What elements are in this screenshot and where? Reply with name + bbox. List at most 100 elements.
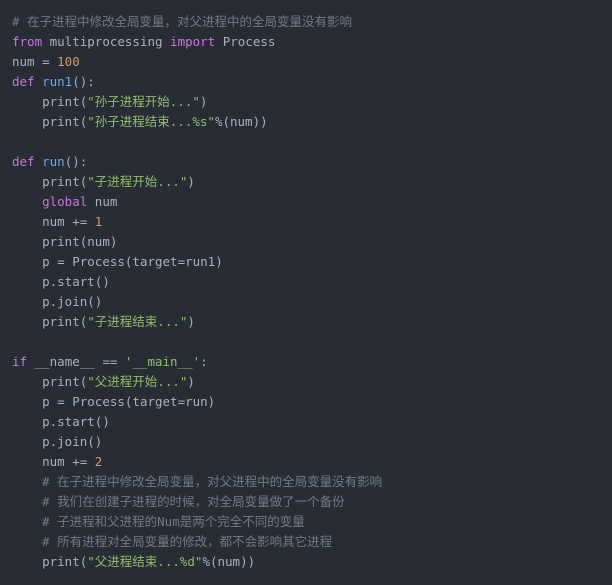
code-line: p.start() bbox=[12, 272, 612, 292]
code-token-kw: from bbox=[12, 34, 43, 49]
code-line: # 我们在创建子进程的时候，对全局变量做了一个备份 bbox=[12, 492, 612, 512]
code-token-def: print( bbox=[42, 94, 88, 109]
code-token-def: p.start() bbox=[42, 414, 110, 429]
code-line: print(num) bbox=[12, 232, 612, 252]
code-line: num += 2 bbox=[12, 452, 612, 472]
code-line: print("孙子进程开始...") bbox=[12, 92, 612, 112]
code-token-kw: def bbox=[12, 74, 35, 89]
code-token-def: %(num)) bbox=[214, 114, 268, 129]
code-token-def: p.join() bbox=[42, 294, 103, 309]
code-editor[interactable]: # 在子进程中修改全局变量，对父进程中的全局变量没有影响 from multipr… bbox=[0, 0, 612, 585]
code-line: # 在子进程中修改全局变量，对父进程中的全局变量没有影响 bbox=[12, 472, 612, 492]
code-token-def: p.start() bbox=[42, 274, 110, 289]
code-token-kw: import bbox=[170, 34, 216, 49]
code-token-def: multiprocessing bbox=[42, 34, 171, 49]
code-token-def: (): bbox=[72, 74, 95, 89]
code-content[interactable]: # 在子进程中修改全局变量，对父进程中的全局变量没有影响 from multipr… bbox=[12, 12, 612, 572]
code-token-def: num = bbox=[12, 54, 58, 69]
code-token-def: p = Process(target=run1) bbox=[42, 254, 223, 269]
code-line: global num bbox=[12, 192, 612, 212]
code-line: # 子进程和父进程的Num是两个完全不同的变量 bbox=[12, 512, 612, 532]
code-line: p = Process(target=run) bbox=[12, 392, 612, 412]
code-token-def: (): bbox=[64, 154, 88, 169]
code-line: from multiprocessing import Process bbox=[12, 32, 612, 52]
code-line: print("孙子进程结束...%s"%(num)) bbox=[12, 112, 612, 132]
code-token-def: print( bbox=[42, 174, 88, 189]
code-line: num = 100 bbox=[12, 52, 612, 72]
code-token-def: print( bbox=[42, 554, 88, 569]
code-token-str: "父进程结束...%d" bbox=[87, 554, 203, 569]
code-token-num: 100 bbox=[57, 54, 80, 69]
code-line: print("父进程结束...%d"%(num)) bbox=[12, 552, 612, 572]
code-token-def: ) bbox=[187, 314, 195, 329]
code-line: def run(): bbox=[12, 152, 612, 172]
code-token-def: p.join() bbox=[42, 434, 103, 449]
code-token-def bbox=[35, 74, 43, 89]
code-token-def: ) bbox=[187, 174, 195, 189]
code-token-kw: if bbox=[12, 354, 28, 369]
code-token-cmt: # 在子进程中修改全局变量，对父进程中的全局变量没有影响 bbox=[42, 474, 383, 489]
code-line: num += 1 bbox=[12, 212, 612, 232]
code-token-fn: run1 bbox=[42, 74, 73, 89]
code-token-num: 1 bbox=[94, 214, 103, 229]
code-token-kw: global bbox=[42, 194, 88, 209]
code-token-str: "父进程开始..." bbox=[87, 374, 188, 389]
code-token-fn: run bbox=[42, 154, 65, 169]
code-token-def: p = Process(target=run) bbox=[42, 394, 216, 409]
code-token-cmt: # 子进程和父进程的Num是两个完全不同的变量 bbox=[42, 514, 305, 529]
code-line: def run1(): bbox=[12, 72, 612, 92]
code-line: print("子进程结束...") bbox=[12, 312, 612, 332]
code-token-def: print( bbox=[42, 374, 88, 389]
code-token-str: "子进程结束..." bbox=[87, 314, 188, 329]
code-token-str: "孙子进程开始..." bbox=[87, 94, 200, 109]
code-line: p.start() bbox=[12, 412, 612, 432]
code-token-def: num += bbox=[42, 214, 95, 229]
code-line: p = Process(target=run1) bbox=[12, 252, 612, 272]
code-token-def: __name__ == bbox=[27, 354, 125, 369]
code-line: # 所有进程对全局变量的修改，都不会影响其它进程 bbox=[12, 532, 612, 552]
code-token-def: ) bbox=[199, 94, 208, 109]
code-token-str: '__main__' bbox=[124, 354, 201, 369]
code-token-def: print( bbox=[42, 314, 88, 329]
code-token-def bbox=[35, 154, 43, 169]
code-line: p.join() bbox=[12, 432, 612, 452]
code-token-def: num += bbox=[42, 454, 95, 469]
code-line: # 在子进程中修改全局变量，对父进程中的全局变量没有影响 bbox=[12, 12, 612, 32]
code-token-def: : bbox=[200, 354, 208, 369]
code-token-str: "子进程开始..." bbox=[87, 174, 188, 189]
code-token-def: print( bbox=[42, 114, 88, 129]
code-token-kw: def bbox=[12, 154, 35, 169]
code-token-str: "孙子进程结束...%s" bbox=[87, 114, 215, 129]
code-token-def: Process bbox=[215, 34, 276, 49]
code-line: p.join() bbox=[12, 292, 612, 312]
code-token-cmt: # 所有进程对全局变量的修改，都不会影响其它进程 bbox=[42, 534, 333, 549]
code-line: print("父进程开始...") bbox=[12, 372, 612, 392]
code-token-cmt: # 在子进程中修改全局变量，对父进程中的全局变量没有影响 bbox=[12, 14, 353, 29]
code-token-def: print(num) bbox=[42, 234, 118, 249]
code-line: if __name__ == '__main__': bbox=[12, 352, 612, 372]
code-token-cmt: # 我们在创建子进程的时候，对全局变量做了一个备份 bbox=[42, 494, 345, 509]
code-line: print("子进程开始...") bbox=[12, 172, 612, 192]
code-token-def: %(num)) bbox=[202, 554, 256, 569]
